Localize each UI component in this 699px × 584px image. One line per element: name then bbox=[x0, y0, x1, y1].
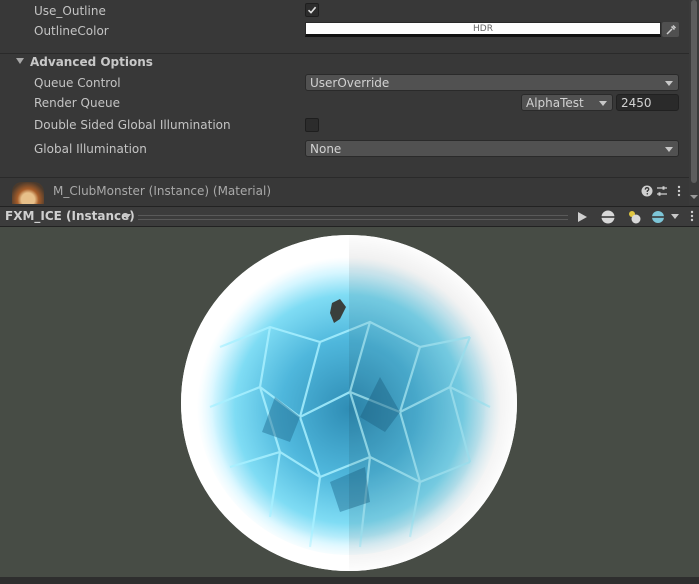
section-divider bbox=[0, 53, 689, 54]
chevron-down-icon bbox=[665, 147, 673, 152]
chevron-down-icon[interactable] bbox=[671, 214, 679, 219]
preview-mesh-sphere-icon[interactable] bbox=[601, 210, 615, 224]
preview-drag-handle[interactable] bbox=[138, 215, 568, 220]
scrollbar-thumb[interactable] bbox=[691, 0, 697, 183]
use-outline-checkbox[interactable] bbox=[305, 3, 319, 17]
scroll-down-arrow-icon[interactable] bbox=[690, 195, 698, 199]
render-queue-input[interactable]: 2450 bbox=[616, 94, 679, 111]
preset-sliders-icon[interactable] bbox=[656, 185, 668, 197]
queue-control-label: Queue Control bbox=[34, 76, 121, 90]
preview-background-icon[interactable] bbox=[651, 210, 666, 224]
more-options-icon[interactable] bbox=[675, 185, 683, 197]
eyedropper-button[interactable] bbox=[662, 22, 679, 37]
render-queue-preset-dropdown[interactable]: AlphaTest bbox=[521, 94, 613, 111]
ice-sphere-preview bbox=[181, 235, 517, 571]
double-sided-gi-label: Double Sided Global Illumination bbox=[34, 118, 231, 132]
outline-color-label: OutlineColor bbox=[34, 24, 109, 38]
light-toggle-icon[interactable] bbox=[626, 209, 642, 225]
chevron-down-icon bbox=[665, 81, 673, 86]
global-illumination-value: None bbox=[310, 142, 342, 156]
material-title: M_ClubMonster (Instance) (Material) bbox=[53, 184, 272, 198]
outline-color-field[interactable]: HDR bbox=[305, 22, 661, 37]
chevron-down-icon[interactable] bbox=[123, 214, 131, 219]
foldout-arrow-icon[interactable] bbox=[16, 58, 24, 64]
queue-control-dropdown[interactable]: UserOverride bbox=[305, 74, 679, 91]
material-preview-viewport[interactable] bbox=[0, 227, 699, 577]
play-icon[interactable] bbox=[577, 211, 588, 223]
material-thumbnail bbox=[12, 182, 44, 204]
help-icon[interactable] bbox=[641, 185, 653, 197]
bottom-border bbox=[0, 577, 699, 584]
queue-control-value: UserOverride bbox=[310, 76, 390, 90]
advanced-options-header[interactable]: Advanced Options bbox=[30, 55, 153, 69]
material-divider bbox=[0, 177, 689, 178]
global-illumination-label: Global Illumination bbox=[34, 142, 147, 156]
preview-toolbar: FXM_ICE (Instance) bbox=[0, 206, 699, 227]
hdr-label: HDR bbox=[473, 24, 493, 34]
checkmark-icon bbox=[307, 6, 317, 14]
render-queue-label: Render Queue bbox=[34, 96, 120, 110]
global-illumination-dropdown[interactable]: None bbox=[305, 140, 679, 157]
preview-title-dropdown[interactable]: FXM_ICE (Instance) bbox=[5, 209, 135, 223]
more-options-icon[interactable] bbox=[688, 210, 696, 222]
double-sided-gi-checkbox[interactable] bbox=[305, 118, 319, 132]
eyedropper-icon bbox=[666, 24, 677, 35]
render-queue-value: 2450 bbox=[621, 96, 652, 110]
use-outline-label: Use_Outline bbox=[34, 4, 106, 18]
chevron-down-icon bbox=[599, 101, 607, 106]
render-queue-preset-value: AlphaTest bbox=[526, 96, 584, 110]
preview-title: FXM_ICE (Instance) bbox=[5, 209, 135, 223]
